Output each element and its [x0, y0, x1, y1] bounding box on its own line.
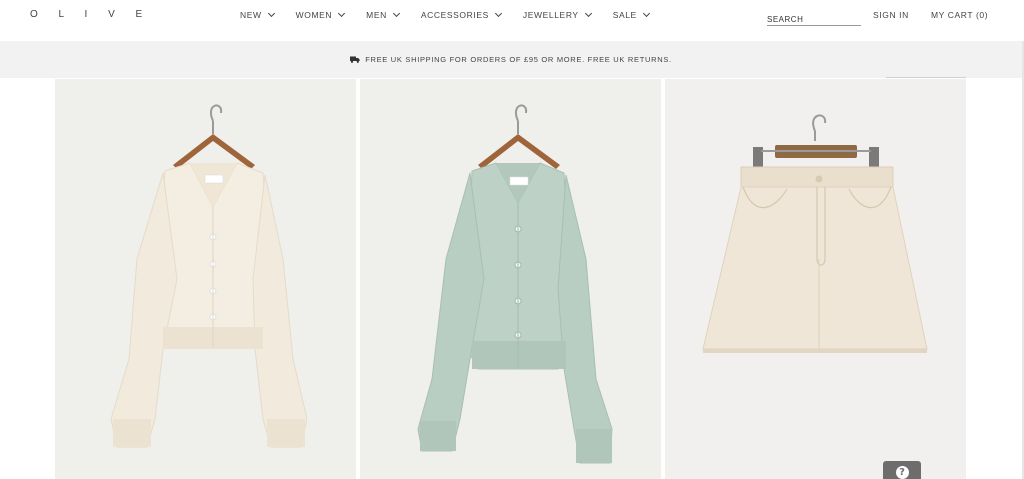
main-nav: NEW WOMEN MEN ACCESSORIES JEWELLERY SALE — [240, 9, 671, 20]
cart-link[interactable]: MY CART (0) — [931, 10, 988, 20]
nav-label: SALE — [612, 10, 637, 20]
product-card[interactable] — [55, 79, 356, 479]
nav-item-jewellery[interactable]: JEWELLERY — [522, 9, 592, 20]
nav-label: JEWELLERY — [522, 10, 579, 20]
divider — [886, 77, 966, 78]
nav-item-women[interactable]: WOMEN — [295, 9, 346, 20]
chevron-down-icon — [584, 9, 592, 18]
help-button[interactable]: ? — [883, 461, 921, 479]
chevron-down-icon — [338, 9, 346, 18]
nav-label: MEN — [366, 10, 387, 20]
site-header: O L I V E NEW WOMEN MEN ACCESSORIES JEWE… — [0, 0, 1024, 41]
truck-icon — [350, 56, 360, 63]
nav-item-new[interactable]: NEW — [240, 9, 275, 20]
nav-label: NEW — [240, 10, 262, 20]
product-image-cream-denim-skirt — [665, 79, 966, 479]
search-input[interactable] — [767, 13, 861, 24]
site-logo[interactable]: O L I V E — [30, 9, 151, 20]
nav-item-men[interactable]: MEN — [366, 9, 400, 20]
shipping-banner: FREE UK SHIPPING FOR ORDERS OF £95 OR MO… — [0, 41, 1022, 78]
product-card[interactable] — [665, 79, 966, 479]
sign-in-link[interactable]: SIGN IN — [873, 10, 909, 20]
chevron-down-icon — [392, 9, 400, 18]
nav-label: WOMEN — [295, 10, 333, 20]
product-image-sage-cardigan — [360, 79, 661, 479]
chevron-down-icon — [494, 9, 502, 18]
chevron-down-icon — [642, 9, 650, 18]
shipping-banner-text: FREE UK SHIPPING FOR ORDERS OF £95 OR MO… — [365, 55, 672, 64]
help-icon: ? — [895, 466, 909, 479]
search-box — [767, 9, 861, 26]
product-image-cream-cardigan — [55, 79, 356, 479]
nav-label: ACCESSORIES — [420, 10, 489, 20]
chevron-down-icon — [267, 9, 275, 18]
nav-item-sale[interactable]: SALE — [612, 9, 650, 20]
product-card[interactable] — [360, 79, 661, 479]
nav-item-accessories[interactable]: ACCESSORIES — [420, 9, 502, 20]
